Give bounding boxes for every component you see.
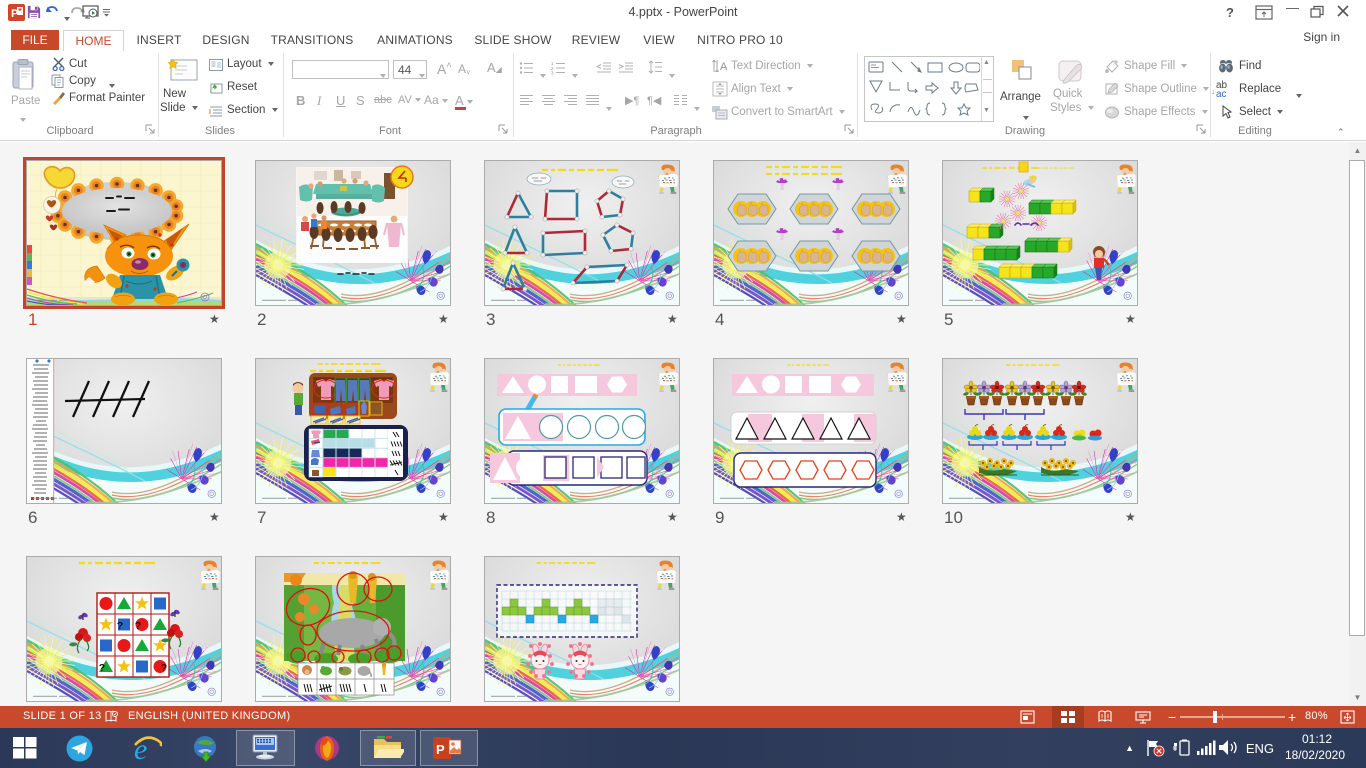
svg-text:?: ? (117, 620, 123, 632)
svg-text:P: P (436, 742, 445, 757)
svg-text:A: A (720, 61, 728, 73)
svg-text:?: ? (161, 662, 167, 674)
svg-text:?: ? (135, 620, 141, 632)
svg-text:3: 3 (551, 71, 554, 76)
svg-text:?: ? (99, 662, 105, 674)
